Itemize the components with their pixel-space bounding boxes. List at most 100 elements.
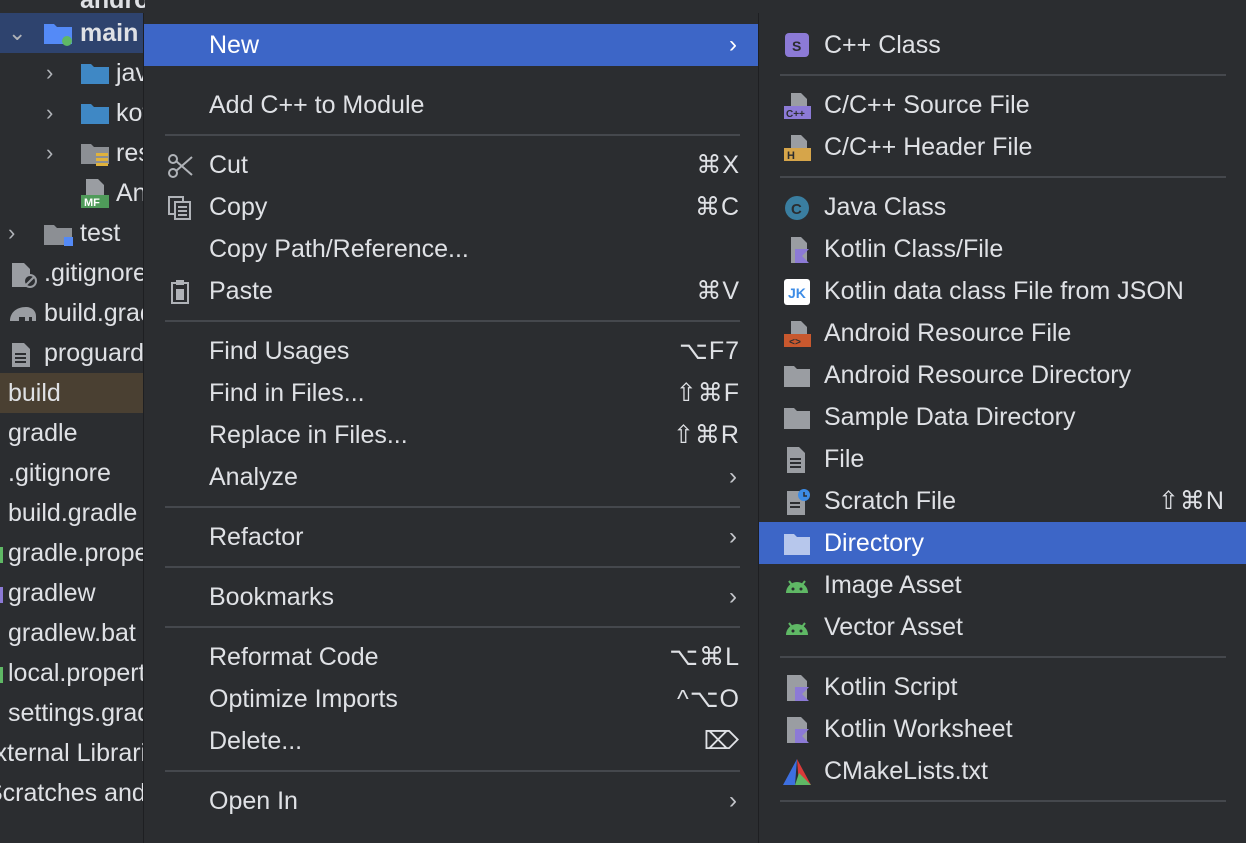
menu-item-android-resource-directory[interactable]: Android Resource Directory — [759, 354, 1246, 396]
tree-item-java[interactable]: › java — [0, 53, 145, 93]
chevron-right-icon[interactable]: › — [46, 53, 53, 93]
separator — [780, 74, 1226, 76]
tree-item-kotlin[interactable]: › kotlin — [0, 93, 145, 133]
menu-item-cpp-source[interactable]: C++ C/C++ Source File — [759, 84, 1246, 126]
menu-item-analyze[interactable]: Analyze › — [144, 456, 761, 498]
menu-item-cut[interactable]: Cut ⌘X — [144, 144, 761, 186]
tree-item-gitignore-root[interactable]: .gitignore — [0, 453, 145, 493]
separator — [780, 800, 1226, 802]
menu-item-java-class[interactable]: C Java Class — [759, 186, 1246, 228]
tree-item-label: gradlew — [8, 579, 96, 607]
resource-folder-icon — [81, 144, 109, 166]
clipboard-icon — [171, 280, 189, 304]
tree-item-label: build.gradle — [8, 499, 138, 527]
menu-item-optimize-imports[interactable]: Optimize Imports ^⌥O — [144, 678, 761, 720]
tree-item-gradlew[interactable]: gradlew — [0, 573, 145, 613]
chevron-right-icon[interactable]: › — [8, 213, 15, 253]
java-class-icon: C — [785, 196, 809, 220]
shortcut: ⌥F7 — [679, 337, 740, 365]
menu-item-android-resource-file[interactable]: <> Android Resource File — [759, 312, 1246, 354]
menu-item-open-in[interactable]: Open In › — [144, 780, 761, 822]
shortcut: ⌘X — [696, 151, 740, 179]
chevron-right-icon[interactable]: › — [46, 93, 53, 133]
tree-item-external-libraries[interactable]: External Libraries — [0, 733, 145, 773]
tree-item-gradle-properties[interactable]: gradle.properties — [0, 533, 145, 573]
tree-item-scratches[interactable]: Scratches and Consoles — [0, 773, 145, 813]
tree-item-label: local.properties — [8, 659, 145, 687]
chevron-right-icon[interactable]: › — [46, 133, 53, 173]
tree-item-build[interactable]: build — [0, 373, 145, 413]
menu-item-reformat[interactable]: Reformat Code ⌥⌘L — [144, 636, 761, 678]
menu-item-file[interactable]: File — [759, 438, 1246, 480]
tree-item-gradlew-bat[interactable]: gradlew.bat — [0, 613, 145, 653]
folder-icon — [784, 534, 810, 555]
tree-item-gradle[interactable]: gradle — [0, 413, 145, 453]
source-folder-icon — [81, 104, 109, 124]
tree-item-gitignore[interactable]: .gitignore — [0, 253, 145, 293]
new-submenu: S C++ Class C++ C/C++ Source File H C/C+… — [758, 13, 1246, 843]
menu-item-cpp-header[interactable]: H C/C++ Header File — [759, 126, 1246, 168]
folder-icon — [784, 366, 810, 387]
menu-item-copy-path[interactable]: Copy Path/Reference... — [144, 228, 761, 270]
menu-item-label: Analyze — [209, 463, 298, 491]
kotlin-file-icon — [791, 237, 809, 263]
folder-icon — [784, 408, 810, 429]
menu-item-bookmarks[interactable]: Bookmarks › — [144, 576, 761, 618]
file-marker — [0, 667, 3, 683]
menu-item-label: Android Resource File — [824, 319, 1072, 347]
menu-item-scratch-file[interactable]: Scratch File ⇧⌘N — [759, 480, 1246, 522]
tree-item-build-gradle-root[interactable]: build.gradle — [0, 493, 145, 533]
menu-item-kotlin-class[interactable]: Kotlin Class/File — [759, 228, 1246, 270]
tree-item-main[interactable]: ⌄ main — [0, 13, 145, 53]
tree-item-test[interactable]: › test — [0, 213, 145, 253]
test-folder-icon — [44, 225, 73, 246]
menu-item-vector-asset[interactable]: Vector Asset — [759, 606, 1246, 648]
menu-item-label: Kotlin Worksheet — [824, 715, 1013, 743]
chevron-down-icon[interactable]: ⌄ — [8, 13, 26, 53]
menu-item-kotlin-script[interactable]: Kotlin Script — [759, 666, 1246, 708]
menu-item-kotlin-worksheet[interactable]: Kotlin Worksheet — [759, 708, 1246, 750]
tree-item-manifest[interactable]: MF AndroidManifest.xml — [0, 173, 145, 213]
tree-item-local-properties[interactable]: local.properties — [0, 653, 145, 693]
menu-item-cpp-class[interactable]: S C++ Class — [759, 24, 1246, 66]
file-marker — [0, 547, 3, 563]
menu-item-label: Bookmarks — [209, 583, 335, 611]
tree-item-label: Scratches and Consoles — [0, 779, 145, 807]
menu-item-add-cpp[interactable]: Add C++ to Module — [144, 84, 761, 126]
tree-item-proguard[interactable]: proguard-rules.pro — [0, 333, 145, 373]
cpp-class-icon: S — [785, 33, 809, 57]
menu-item-delete[interactable]: Delete... ⌦ — [144, 720, 761, 762]
tree-item-label: gradle — [8, 419, 78, 447]
tree-item-settings-gradle[interactable]: settings.gradle — [0, 693, 145, 733]
separator — [165, 134, 740, 136]
chevron-right-icon: › — [729, 31, 737, 58]
menu-item-paste[interactable]: Paste ⌘V — [144, 270, 761, 312]
menu-item-label: Find Usages — [209, 337, 350, 365]
menu-item-image-asset[interactable]: Image Asset — [759, 564, 1246, 606]
tree-item-label: settings.gradle — [8, 699, 145, 727]
menu-item-refactor[interactable]: Refactor › — [144, 516, 761, 558]
menu-item-label: New — [209, 31, 260, 59]
tree-item-build-gradle[interactable]: build.gradle — [0, 293, 145, 333]
cmake-icon — [783, 759, 811, 785]
tree-item-res[interactable]: › res — [0, 133, 145, 173]
menu-item-label: Scratch File — [824, 487, 956, 515]
menu-item-label: Refactor — [209, 523, 304, 551]
menu-item-label: Find in Files... — [209, 379, 365, 407]
menu-item-directory[interactable]: Directory — [759, 522, 1246, 564]
chevron-right-icon: › — [729, 463, 737, 490]
menu-item-cmakelists[interactable]: CMakeLists.txt — [759, 750, 1246, 792]
menu-item-sample-data-directory[interactable]: Sample Data Directory — [759, 396, 1246, 438]
separator — [165, 566, 740, 568]
menu-item-find-usages[interactable]: Find Usages ⌥F7 — [144, 330, 761, 372]
menu-item-kotlin-json[interactable]: JK Kotlin data class File from JSON — [759, 270, 1246, 312]
menu-item-find-in-files[interactable]: Find in Files... ⇧⌘F — [144, 372, 761, 414]
menu-item-replace-in-files[interactable]: Replace in Files... ⇧⌘R — [144, 414, 761, 456]
gradle-elephant-icon — [10, 307, 36, 321]
separator — [780, 176, 1226, 178]
shortcut: ⌦ — [703, 727, 740, 755]
separator — [165, 506, 740, 508]
menu-item-copy[interactable]: Copy ⌘C — [144, 186, 761, 228]
menu-item-label: Reformat Code — [209, 643, 379, 671]
menu-item-new[interactable]: New › — [144, 24, 761, 66]
